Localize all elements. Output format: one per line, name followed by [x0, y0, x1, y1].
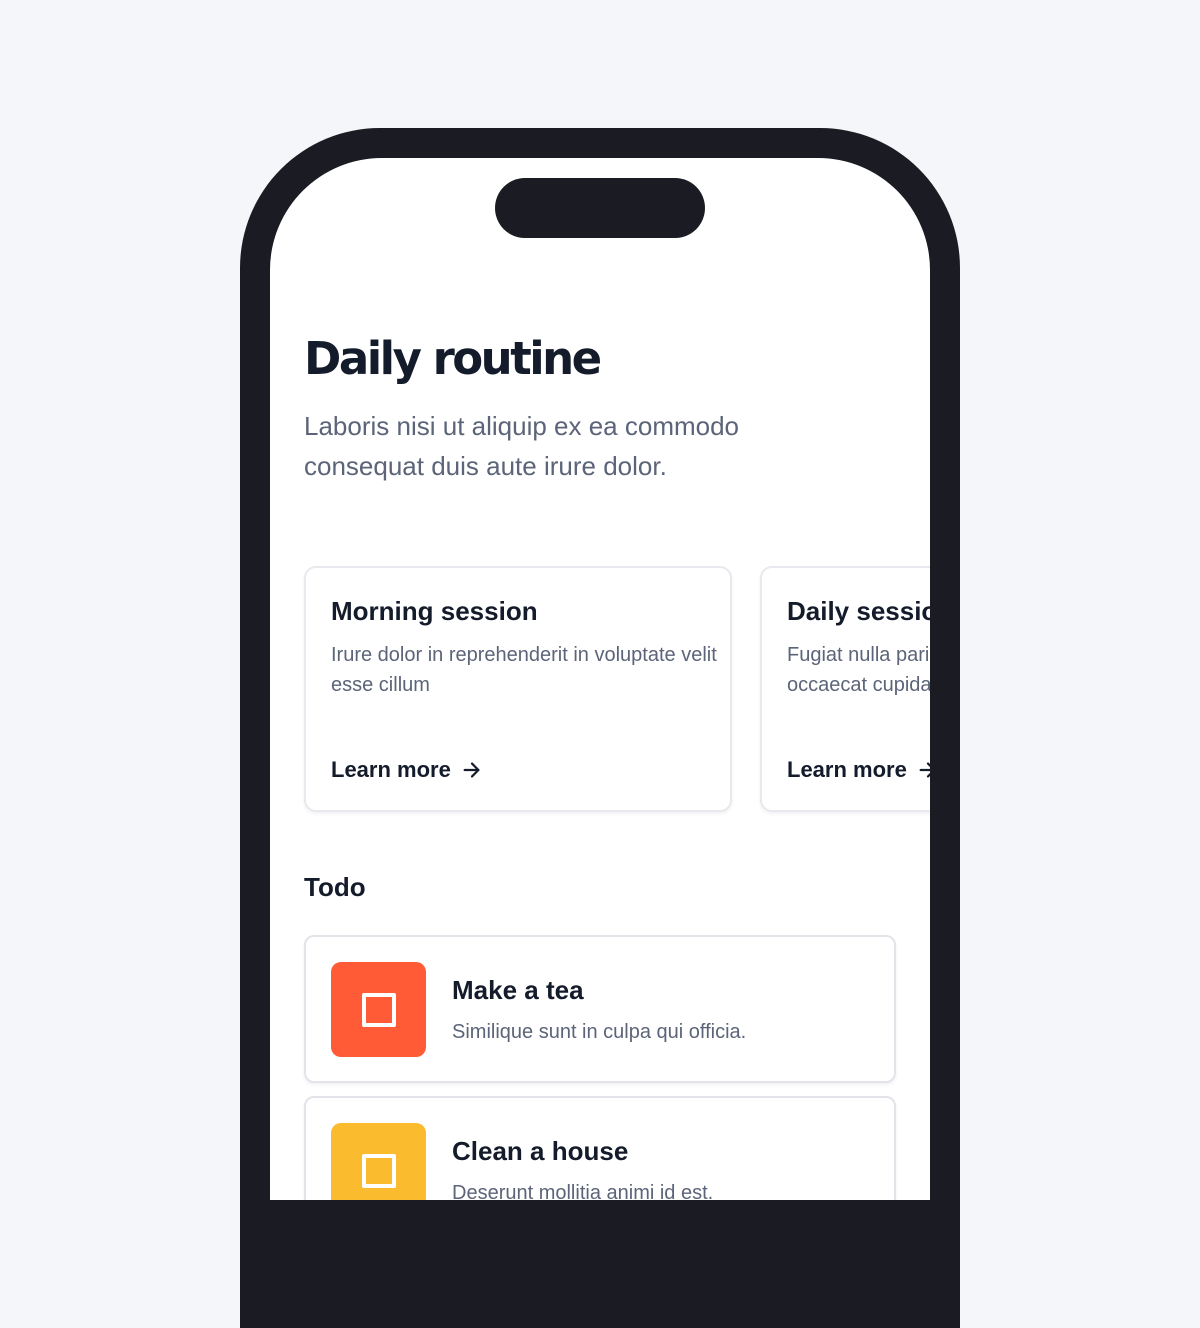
todo-item-make-tea[interactable]: Make a tea Similique sunt in culpa qui o…: [304, 935, 896, 1083]
page-subtitle: Laboris nisi ut aliquip ex ea commodo co…: [304, 411, 740, 481]
session-card-description: Fugiat nulla pariatur excepteur sint occ…: [787, 644, 930, 696]
arrow-right-icon: [463, 762, 480, 778]
todo-item-title: Clean a house: [452, 1136, 629, 1166]
todo-section-label: Todo: [304, 872, 366, 902]
todo-item-clean-house[interactable]: Clean a house Deserunt mollitia animi id…: [304, 1096, 896, 1200]
checkbox-icon: [361, 1153, 396, 1188]
learn-more-label: Learn more: [787, 757, 907, 782]
session-carousel[interactable]: Morning session Irure dolor in reprehend…: [304, 566, 930, 816]
session-card-title: Morning session: [331, 596, 538, 626]
todo-checkbox[interactable]: [331, 962, 426, 1057]
page-title: Daily routine: [304, 332, 602, 385]
checkbox-icon: [361, 992, 396, 1027]
session-card-daily[interactable]: Daily session Fugiat nulla pariatur exce…: [760, 566, 930, 812]
session-card-description: Irure dolor in reprehenderit in voluptat…: [331, 644, 717, 696]
learn-more-link[interactable]: Learn more: [331, 757, 483, 783]
session-card-morning[interactable]: Morning session Irure dolor in reprehend…: [304, 566, 732, 812]
learn-more-label: Learn more: [331, 757, 451, 782]
todo-item-description: Deserunt mollitia animi id est.: [452, 1182, 714, 1200]
todo-item-title: Make a tea: [452, 975, 584, 1005]
phone-screen: Daily routine Laboris nisi ut aliquip ex…: [270, 158, 930, 1200]
learn-more-link[interactable]: Learn more: [787, 757, 930, 783]
todo-checkbox[interactable]: [331, 1123, 426, 1200]
todo-item-description: Similique sunt in culpa qui officia.: [452, 1021, 747, 1043]
dynamic-island: [495, 178, 705, 238]
session-card-title: Daily session: [787, 596, 930, 626]
arrow-right-icon: [919, 762, 930, 778]
